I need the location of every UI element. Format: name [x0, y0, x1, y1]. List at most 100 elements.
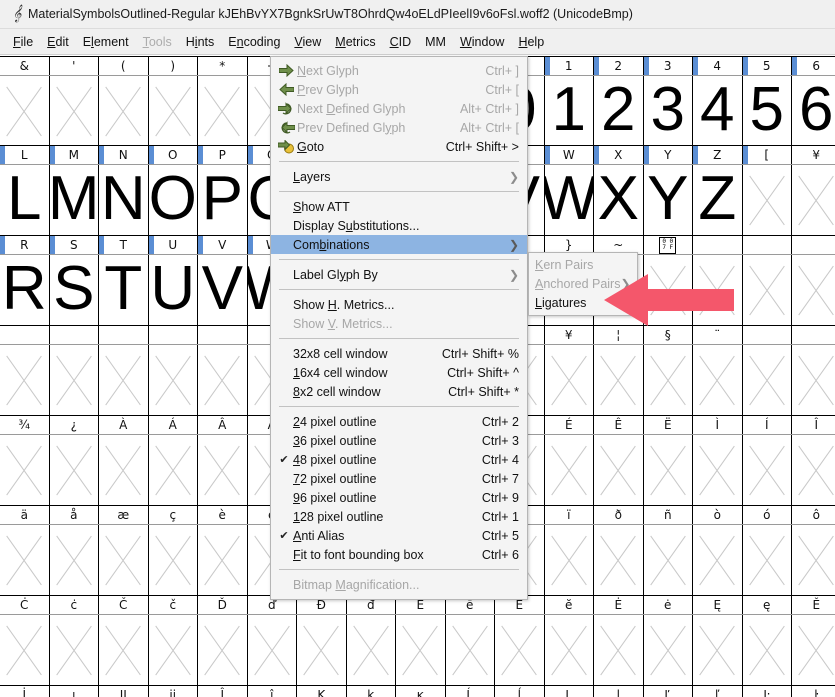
view-menu-item-display-substitutions[interactable]: Display Substitutions...: [271, 216, 527, 235]
glyph-cell-empty[interactable]: [743, 345, 792, 415]
glyph-cell-empty[interactable]: [693, 345, 743, 415]
view-menu-item-anti-alias[interactable]: ✔ Anti Alias Ctrl+ 5: [271, 526, 527, 545]
glyph-cell-label[interactable]: å: [50, 506, 99, 524]
glyph-cell-label[interactable]: ç: [149, 506, 198, 524]
view-menu-item-show-h-metrics[interactable]: Show H. Metrics...: [271, 295, 527, 314]
glyph-cell-empty[interactable]: [297, 615, 347, 685]
glyph-cell-label[interactable]: W: [544, 146, 594, 164]
glyph-cell-label[interactable]: æ: [99, 506, 149, 524]
glyph-cell-empty[interactable]: [0, 525, 50, 595]
glyph-cell-label[interactable]: 6: [792, 57, 835, 75]
view-menu-item-48-pixel-outline[interactable]: ✔ 48 pixel outline Ctrl+ 4: [271, 450, 527, 469]
glyph-cell-label[interactable]: M: [49, 146, 99, 164]
glyph-cell-label[interactable]: [743, 326, 792, 344]
glyph-cell-label[interactable]: Ķ: [297, 686, 347, 697]
glyph-cell-filled[interactable]: 4: [693, 76, 743, 146]
glyph-cell-label[interactable]: Î: [792, 416, 835, 434]
view-menu-item-show-att[interactable]: Show ATT: [271, 197, 527, 216]
glyph-cell-label[interactable]: ĸ: [396, 686, 446, 697]
glyph-cell-empty[interactable]: [50, 525, 99, 595]
glyph-cell-label[interactable]: ķ: [347, 686, 396, 697]
glyph-cell-label[interactable]: ): [149, 57, 198, 75]
glyph-cell-empty[interactable]: [644, 255, 693, 325]
glyph-cell-label[interactable]: ñ: [644, 506, 693, 524]
glyph-cell-empty[interactable]: [792, 615, 835, 685]
glyph-cell-empty[interactable]: [743, 615, 792, 685]
glyph-cell-label[interactable]: [792, 326, 835, 344]
glyph-cell-empty[interactable]: [495, 615, 545, 685]
glyph-cell-label[interactable]: ŀ: [792, 686, 835, 697]
glyph-cell-empty[interactable]: [743, 165, 792, 235]
glyph-cell-empty[interactable]: [149, 435, 198, 505]
glyph-cell-empty[interactable]: [594, 345, 644, 415]
glyph-cell-empty[interactable]: [50, 435, 99, 505]
glyph-cell-empty[interactable]: [99, 76, 149, 146]
glyph-cell-empty[interactable]: [792, 435, 835, 505]
view-menu-item-96-pixel-outline[interactable]: 96 pixel outline Ctrl+ 9: [271, 488, 527, 507]
glyph-cell-label[interactable]: ò: [693, 506, 743, 524]
menubar-item-help[interactable]: Help: [511, 33, 551, 51]
glyph-cell-label[interactable]: Í: [743, 416, 792, 434]
glyph-cell-empty[interactable]: [396, 615, 446, 685]
glyph-cell-label[interactable]: Ľ: [644, 686, 693, 697]
glyph-cell-label[interactable]: Ė: [594, 596, 644, 614]
menubar-item-cid[interactable]: CID: [383, 33, 419, 51]
view-dropdown-menu[interactable]: Next Glyph Ctrl+ ] Prev Glyph Ctrl+ [Next D…: [270, 56, 528, 600]
glyph-cell-label[interactable]: ¨: [693, 326, 743, 344]
glyph-cell-empty[interactable]: [594, 435, 644, 505]
glyph-cell-empty[interactable]: [644, 525, 693, 595]
glyph-cell-label[interactable]: Č: [99, 596, 149, 614]
view-menu-item-36-pixel-outline[interactable]: 36 pixel outline Ctrl+ 3: [271, 431, 527, 450]
view-menu-item-8x2-cell-window[interactable]: 8x2 cell window Ctrl+ Shift+ *: [271, 382, 527, 401]
menubar-item-edit[interactable]: Edit: [40, 33, 76, 51]
glyph-cell-empty[interactable]: [149, 76, 198, 146]
glyph-cell-label[interactable]: [149, 326, 198, 344]
glyph-cell-empty[interactable]: [693, 255, 743, 325]
glyph-cell-label[interactable]: Ĵ: [198, 686, 248, 697]
glyph-cell-label[interactable]: 2: [594, 57, 644, 75]
glyph-cell-empty[interactable]: [743, 525, 792, 595]
glyph-cell-empty[interactable]: [693, 615, 743, 685]
glyph-cell-label[interactable]: 3: [643, 57, 693, 75]
glyph-cell-label[interactable]: Ĺ: [446, 686, 495, 697]
glyph-cell-label[interactable]: Ì: [693, 416, 743, 434]
glyph-cell-label[interactable]: ĵ: [248, 686, 297, 697]
glyph-cell-empty[interactable]: [50, 76, 99, 146]
glyph-cell-filled[interactable]: M: [50, 165, 99, 235]
glyph-cell-label[interactable]: ė: [644, 596, 693, 614]
glyph-cell-label[interactable]: ę: [743, 596, 792, 614]
glyph-cell-label[interactable]: 1: [544, 57, 594, 75]
view-menu-item-72-pixel-outline[interactable]: 72 pixel outline Ctrl+ 7: [271, 469, 527, 488]
glyph-cell-empty[interactable]: [644, 435, 693, 505]
glyph-cell-label[interactable]: [693, 236, 743, 254]
glyph-cell-filled[interactable]: 1: [545, 76, 594, 146]
glyph-cell-label[interactable]: ĕ: [545, 596, 594, 614]
glyph-cell-filled[interactable]: L: [0, 165, 50, 235]
glyph-cell-label[interactable]: Ě: [792, 596, 835, 614]
glyph-cell-empty[interactable]: [50, 345, 99, 415]
glyph-cell-empty[interactable]: [149, 525, 198, 595]
glyph-cell-empty[interactable]: [149, 345, 198, 415]
glyph-cell-empty[interactable]: [743, 255, 792, 325]
glyph-cell-empty[interactable]: [198, 345, 248, 415]
glyph-cell-label[interactable]: Ŀ: [743, 686, 792, 697]
glyph-cell-empty[interactable]: [644, 615, 693, 685]
glyph-cell-empty[interactable]: [792, 525, 835, 595]
glyph-cell-label[interactable]: [743, 236, 792, 254]
glyph-cell-label[interactable]: Ď: [198, 596, 248, 614]
glyph-cell-label[interactable]: ļ: [594, 686, 644, 697]
glyph-cell-label[interactable]: č: [149, 596, 198, 614]
glyph-cell-label[interactable]: P: [198, 146, 248, 164]
menubar-item-hints[interactable]: Hints: [179, 33, 222, 51]
glyph-cell-label[interactable]: Y: [643, 146, 693, 164]
glyph-cell-empty[interactable]: [0, 435, 50, 505]
glyph-cell-empty[interactable]: [99, 435, 149, 505]
glyph-cell-empty[interactable]: [594, 525, 644, 595]
glyph-cell-label[interactable]: ï: [545, 506, 594, 524]
glyph-cell-label[interactable]: &: [0, 57, 50, 75]
glyph-cell-label[interactable]: É: [545, 416, 594, 434]
glyph-cell-empty[interactable]: [99, 525, 149, 595]
glyph-cell-label[interactable]: Â: [198, 416, 248, 434]
glyph-cell-label[interactable]: *: [198, 57, 248, 75]
glyph-cell-empty[interactable]: [792, 345, 835, 415]
